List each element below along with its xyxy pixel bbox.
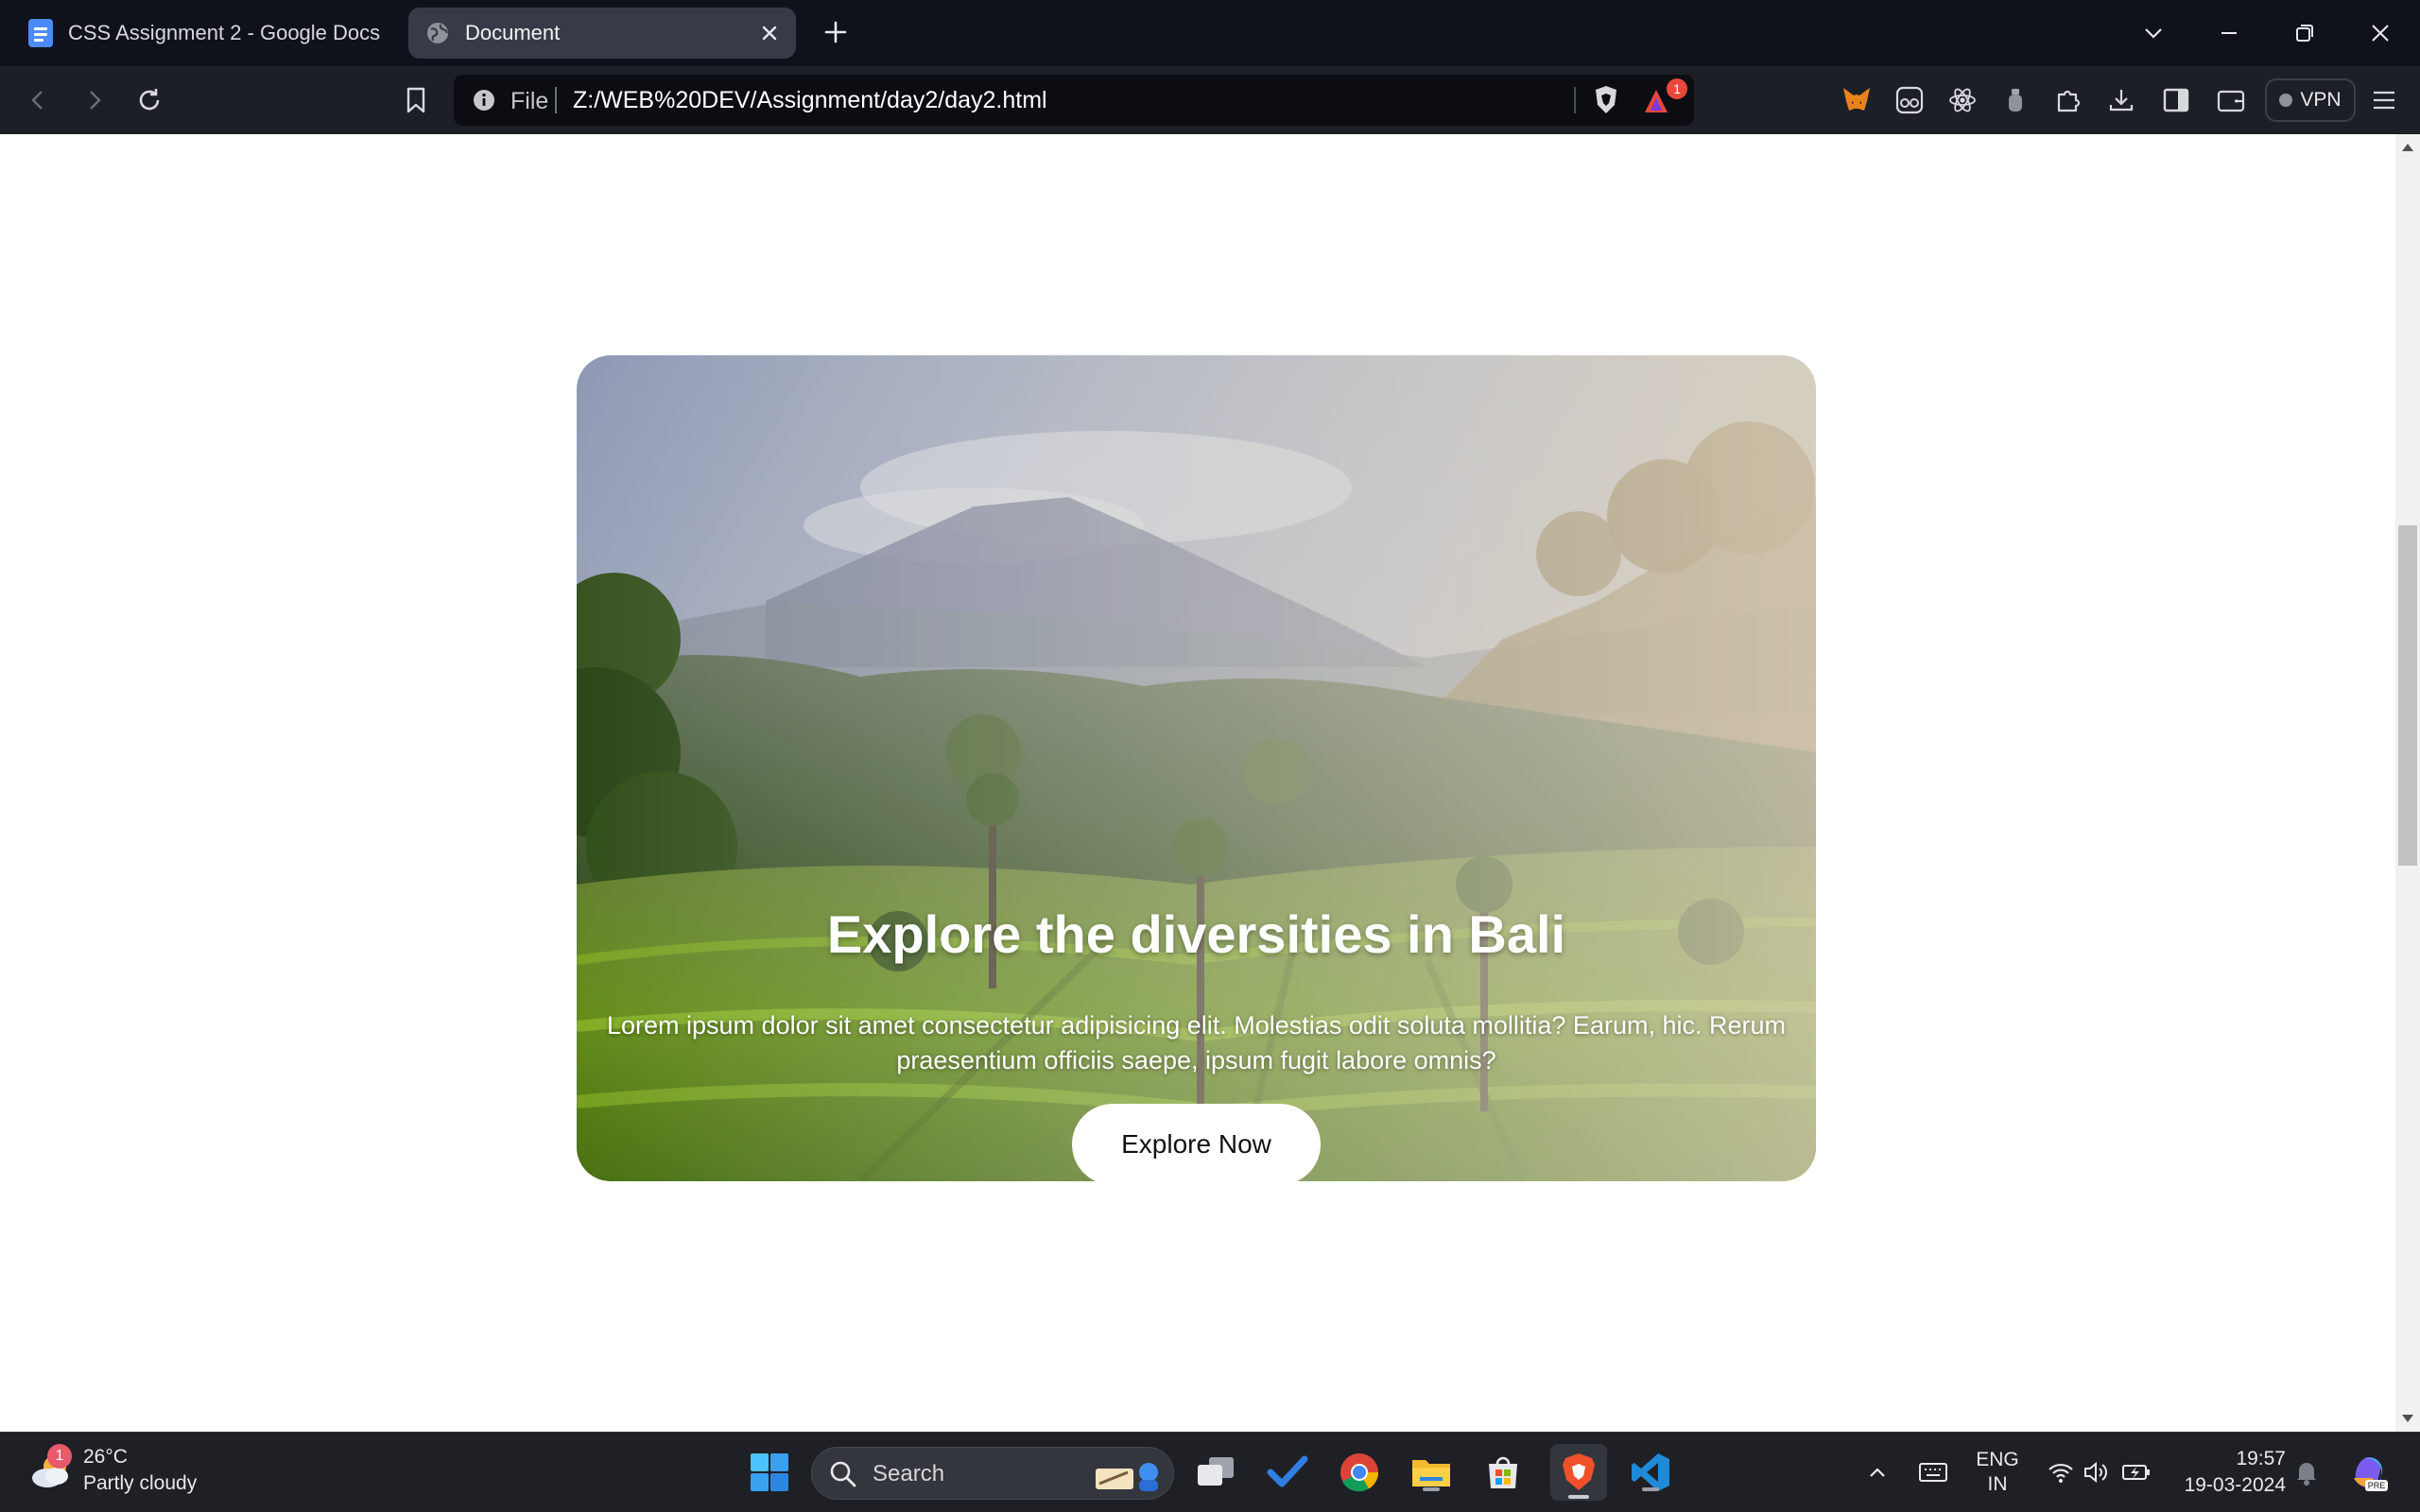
running-indicator	[1642, 1487, 1659, 1491]
scroll-up-arrow-icon[interactable]	[2402, 144, 2413, 151]
scroll-down-arrow-icon[interactable]	[2402, 1415, 2413, 1422]
weather-badge: 1	[47, 1444, 72, 1469]
keyboard-icon[interactable]	[1911, 1448, 1955, 1497]
brave-shields-icon[interactable]	[1592, 84, 1620, 116]
explore-now-button[interactable]: Explore Now	[1072, 1104, 1321, 1181]
search-highlight-icon	[1096, 1463, 1158, 1491]
clock-date: 19-03-2024	[2184, 1474, 2286, 1496]
task-view-icon[interactable]	[1191, 1448, 1240, 1497]
running-indicator	[1423, 1487, 1440, 1491]
show-hidden-icons-chevron-icon[interactable]	[1858, 1448, 1896, 1497]
language-indicator[interactable]: ENG IN	[1970, 1448, 2025, 1497]
sidebar-toggle-icon[interactable]	[2159, 83, 2193, 117]
vpn-button[interactable]: VPN	[2265, 78, 2356, 122]
search-placeholder: Search	[873, 1461, 945, 1486]
url-separator	[555, 87, 557, 113]
tab-title: Document	[465, 21, 561, 44]
rewards-badge: 1	[1667, 78, 1687, 99]
tab-search-chevron-icon[interactable]	[2127, 9, 2180, 57]
download-icon[interactable]	[2104, 83, 2138, 117]
weather-condition: Partly cloudy	[83, 1472, 198, 1494]
vscode-icon[interactable]	[1626, 1448, 1675, 1497]
battery-charging-icon[interactable]	[2118, 1448, 2155, 1497]
language-code: ENG	[1976, 1449, 2019, 1470]
microsoft-todo-icon[interactable]	[1263, 1448, 1312, 1497]
language-region: IN	[1987, 1473, 2008, 1495]
menu-hamburger-icon[interactable]	[2367, 83, 2401, 117]
svg-text:PRE: PRE	[2368, 1481, 2386, 1490]
taskbar-search-box[interactable]: Search	[811, 1447, 1174, 1500]
hero-title: Explore the diversities in Bali	[826, 904, 1566, 964]
partly-cloudy-icon: 1	[26, 1444, 76, 1495]
google-chrome-icon[interactable]	[1335, 1448, 1384, 1497]
metamask-fox-icon[interactable]	[1840, 83, 1874, 117]
weather-temperature: 26°C	[83, 1446, 128, 1468]
url-divider	[1574, 87, 1576, 113]
tab-title: CSS Assignment 2 - Google Docs	[68, 21, 381, 44]
vpn-status-dot	[2279, 94, 2293, 107]
clock-time: 19:57	[2236, 1448, 2286, 1469]
volume-icon[interactable]	[2078, 1448, 2116, 1497]
glasses-extension-icon[interactable]	[1893, 83, 1927, 117]
tab-strip: CSS Assignment 2 - Google Docs Document	[0, 0, 2420, 66]
minimize-icon[interactable]	[2203, 9, 2256, 57]
hero-card: Explore the diversities in Bali Lorem ip…	[577, 355, 1816, 1181]
globe-icon	[427, 23, 449, 43]
search-icon	[830, 1461, 856, 1487]
extensions-puzzle-icon[interactable]	[2051, 83, 2085, 117]
back-icon[interactable]	[19, 81, 57, 119]
new-tab-icon[interactable]	[821, 17, 851, 47]
tab-document[interactable]: Document	[408, 8, 796, 59]
page-viewport: Explore the diversities in Bali Lorem ip…	[0, 134, 2395, 1432]
windows-start-icon[interactable]	[745, 1448, 794, 1497]
url-scheme: File	[510, 88, 549, 114]
tab-google-docs[interactable]: CSS Assignment 2 - Google Docs	[13, 8, 401, 59]
wallet-icon[interactable]	[2214, 83, 2248, 117]
close-window-icon[interactable]	[2354, 9, 2407, 57]
bookmark-icon[interactable]	[397, 81, 435, 119]
copilot-icon[interactable]: PRE	[2342, 1448, 2395, 1497]
notification-bell-icon[interactable]	[2288, 1448, 2325, 1497]
brave-browser-icon[interactable]	[1550, 1444, 1607, 1501]
file-explorer-icon[interactable]	[1407, 1448, 1456, 1497]
forward-icon[interactable]	[76, 81, 113, 119]
url-text[interactable]: Z:/WEB%20DEV/Assignment/day2/day2.html	[573, 87, 1047, 114]
bottle-extension-icon[interactable]	[1998, 83, 2032, 117]
react-devtools-icon[interactable]	[1945, 83, 1979, 117]
system-clock[interactable]: 19:57 19-03-2024	[2165, 1446, 2286, 1499]
restore-icon[interactable]	[2278, 9, 2331, 57]
windows-taskbar: 1 26°C Partly cloudy Search ENG IN 19:57…	[0, 1432, 2420, 1512]
browser-toolbar: File Z:/WEB%20DEV/Assignment/day2/day2.h…	[0, 66, 2420, 134]
weather-widget[interactable]: 1 26°C Partly cloudy	[26, 1444, 197, 1497]
page-scrollbar[interactable]	[2395, 134, 2420, 1432]
close-tab-icon[interactable]	[756, 20, 783, 46]
reload-icon[interactable]	[130, 81, 168, 119]
vpn-label: VPN	[2300, 89, 2342, 111]
google-docs-icon	[28, 19, 53, 47]
scroll-thumb[interactable]	[2398, 525, 2417, 866]
wifi-icon[interactable]	[2042, 1448, 2080, 1497]
site-info-icon[interactable]	[473, 89, 495, 112]
microsoft-store-icon[interactable]	[1478, 1448, 1528, 1497]
active-indicator	[1568, 1495, 1589, 1499]
hero-description: Lorem ipsum dolor sit amet consectetur a…	[606, 1011, 1786, 1074]
address-bar[interactable]: File Z:/WEB%20DEV/Assignment/day2/day2.h…	[454, 75, 1694, 126]
